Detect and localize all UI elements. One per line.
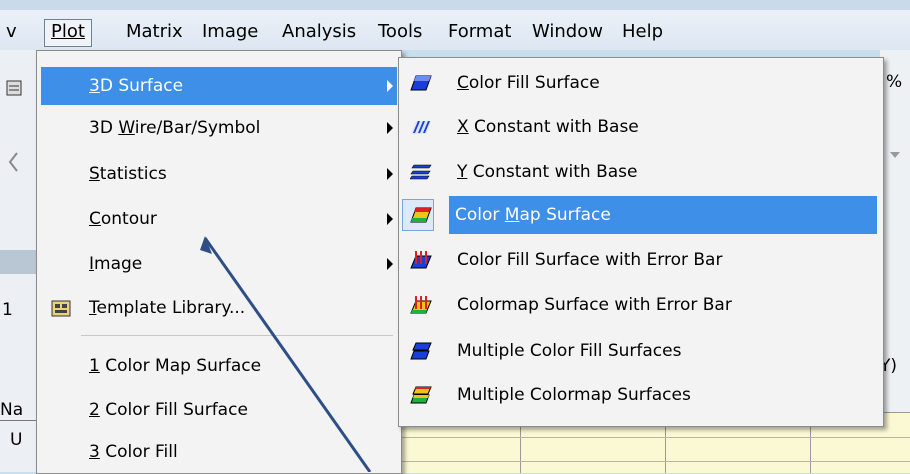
menu-item-label: Template Library... bbox=[89, 298, 246, 318]
title-strip bbox=[0, 0, 910, 10]
color-map-surface-icon bbox=[410, 207, 432, 223]
bg-fragment: % bbox=[886, 72, 903, 92]
right-panel bbox=[880, 50, 910, 472]
submenu-item-label: Colormap Surface with Error Bar bbox=[457, 295, 732, 315]
plot-menu: 3D Surface 3D Wire/Bar/Symbol Statistics… bbox=[36, 50, 402, 474]
bg-fragment: U bbox=[10, 430, 23, 450]
multiple-colormap-icon bbox=[410, 386, 432, 404]
submenu-item-label: Multiple Color Fill Surfaces bbox=[457, 341, 682, 361]
multiple-color-fill-icon bbox=[410, 342, 432, 360]
menu-bar: v Plot Matrix Image Analysis Tools Forma… bbox=[0, 0, 910, 50]
menu-item-recent-1[interactable]: 1 Color Map Surface bbox=[41, 347, 397, 385]
menu-item-label: 3D Surface bbox=[89, 76, 184, 96]
x-constant-base-icon bbox=[411, 121, 431, 134]
submenu-item-colormap-surface-error-bar[interactable]: Colormap Surface with Error Bar bbox=[401, 286, 879, 324]
submenu-item-label: Multiple Colormap Surfaces bbox=[457, 385, 691, 405]
menu-item-label: Image bbox=[89, 254, 143, 274]
menu-item-label: 3D Wire/Bar/Symbol bbox=[89, 118, 261, 138]
submenu-arrow-icon bbox=[387, 213, 393, 225]
submenu-item-label: Y Constant with Base bbox=[457, 162, 638, 182]
menu-item-label: 1 Color Map Surface bbox=[89, 356, 262, 376]
submenu-item-x-constant-with-base[interactable]: X Constant with Base bbox=[401, 108, 879, 146]
toolbar-icon[interactable] bbox=[4, 78, 24, 98]
menu-view[interactable]: v bbox=[0, 19, 23, 45]
menu-item-recent-2[interactable]: 2 Color Fill Surface bbox=[41, 391, 397, 429]
submenu-item-y-constant-with-base[interactable]: Y Constant with Base bbox=[401, 153, 879, 191]
submenu-item-multiple-colormap-surfaces[interactable]: Multiple Colormap Surfaces bbox=[401, 376, 879, 414]
menu-item-3d-surface[interactable]: 3D Surface bbox=[41, 67, 397, 105]
menu-item-template-library[interactable]: Template Library... bbox=[41, 289, 397, 327]
submenu-item-label: Color Fill Surface bbox=[457, 73, 600, 93]
menu-help[interactable]: Help bbox=[616, 19, 669, 45]
submenu-item-color-fill-surface-error-bar[interactable]: Color Fill Surface with Error Bar bbox=[401, 241, 879, 279]
menu-item-image[interactable]: Image bbox=[41, 245, 397, 283]
menu-item-recent-3[interactable]: 3 Color Fill bbox=[41, 433, 397, 471]
scroll-left-icon[interactable] bbox=[6, 150, 20, 174]
submenu-arrow-icon bbox=[387, 168, 393, 180]
colormap-error-bar-icon bbox=[410, 296, 432, 314]
bg-fragment: 1 bbox=[2, 300, 13, 320]
menu-item-statistics[interactable]: Statistics bbox=[41, 155, 397, 193]
submenu-item-color-map-surface[interactable]: Color Map Surface bbox=[449, 196, 877, 234]
menu-image[interactable]: Image bbox=[196, 19, 264, 45]
bg-fragment: Na bbox=[0, 400, 38, 421]
submenu-arrow-icon bbox=[387, 122, 393, 134]
menu-analysis[interactable]: Analysis bbox=[276, 19, 362, 45]
menu-item-contour[interactable]: Contour bbox=[41, 200, 397, 238]
menu-plot-label: Plot bbox=[51, 21, 85, 42]
menu-item-label: Statistics bbox=[89, 164, 167, 184]
3d-surface-submenu: Color Fill Surface X Constant with Base … bbox=[398, 57, 884, 427]
submenu-item-label: Color Fill Surface with Error Bar bbox=[457, 250, 723, 270]
menu-format[interactable]: Format bbox=[442, 19, 517, 45]
menu-item-label: Contour bbox=[89, 209, 157, 229]
submenu-item-color-fill-surface[interactable]: Color Fill Surface bbox=[401, 64, 879, 102]
y-constant-base-icon bbox=[410, 164, 432, 180]
menu-plot[interactable]: Plot bbox=[44, 19, 92, 47]
menu-window[interactable]: Window bbox=[526, 19, 609, 45]
submenu-item-multiple-color-fill-surfaces[interactable]: Multiple Color Fill Surfaces bbox=[401, 332, 879, 370]
menu-separator bbox=[81, 335, 393, 336]
submenu-arrow-icon bbox=[387, 258, 393, 270]
menu-item-label: 2 Color Fill Surface bbox=[89, 400, 248, 420]
submenu-item-label: X Constant with Base bbox=[457, 117, 639, 137]
template-library-icon bbox=[51, 300, 71, 317]
color-fill-error-bar-icon bbox=[410, 251, 432, 269]
menu-matrix[interactable]: Matrix bbox=[120, 19, 189, 45]
menu-tools[interactable]: Tools bbox=[372, 19, 428, 45]
color-fill-surface-icon bbox=[410, 75, 432, 91]
menu-item-label: 3 Color Fill bbox=[89, 442, 178, 462]
dropdown-arrow-icon[interactable] bbox=[888, 148, 902, 162]
menu-item-3d-wire-bar-symbol[interactable]: 3D Wire/Bar/Symbol bbox=[41, 109, 397, 147]
submenu-item-label: Color Map Surface bbox=[455, 205, 611, 225]
submenu-arrow-icon bbox=[387, 80, 393, 92]
